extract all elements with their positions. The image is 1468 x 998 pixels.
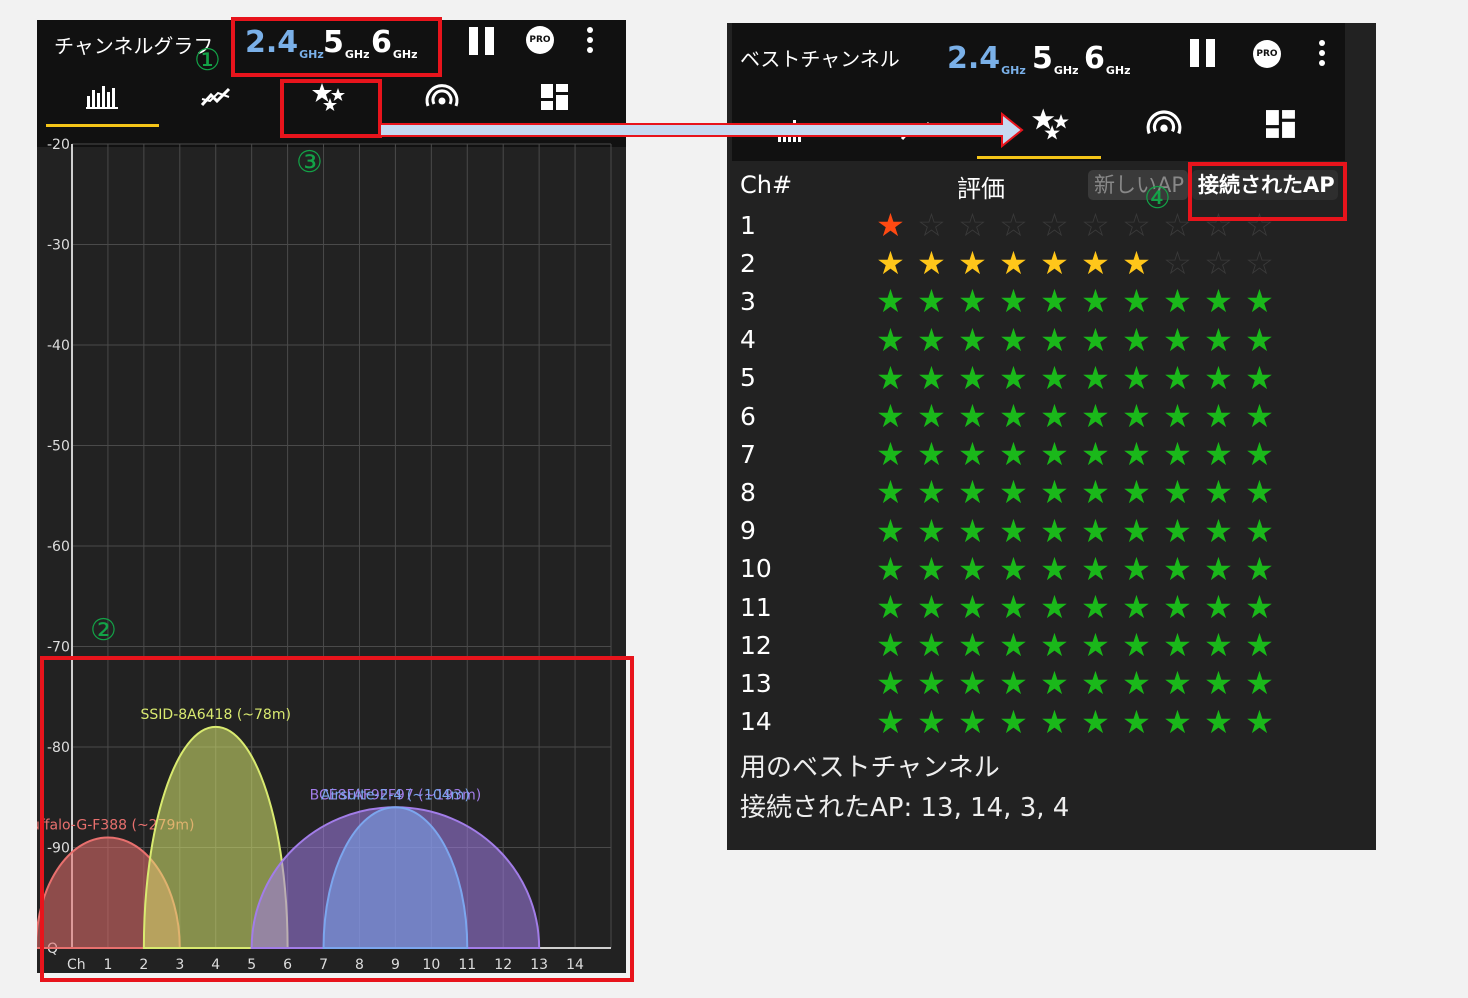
annotation-mark-1: ①	[194, 43, 221, 78]
annotation-arrow	[379, 111, 1024, 149]
annotation-mark-3: ③	[296, 145, 323, 180]
annotation-mark-2: ②	[90, 613, 117, 648]
annotation-mark-4: ④	[1144, 181, 1171, 216]
arrow-shape	[379, 111, 1024, 149]
